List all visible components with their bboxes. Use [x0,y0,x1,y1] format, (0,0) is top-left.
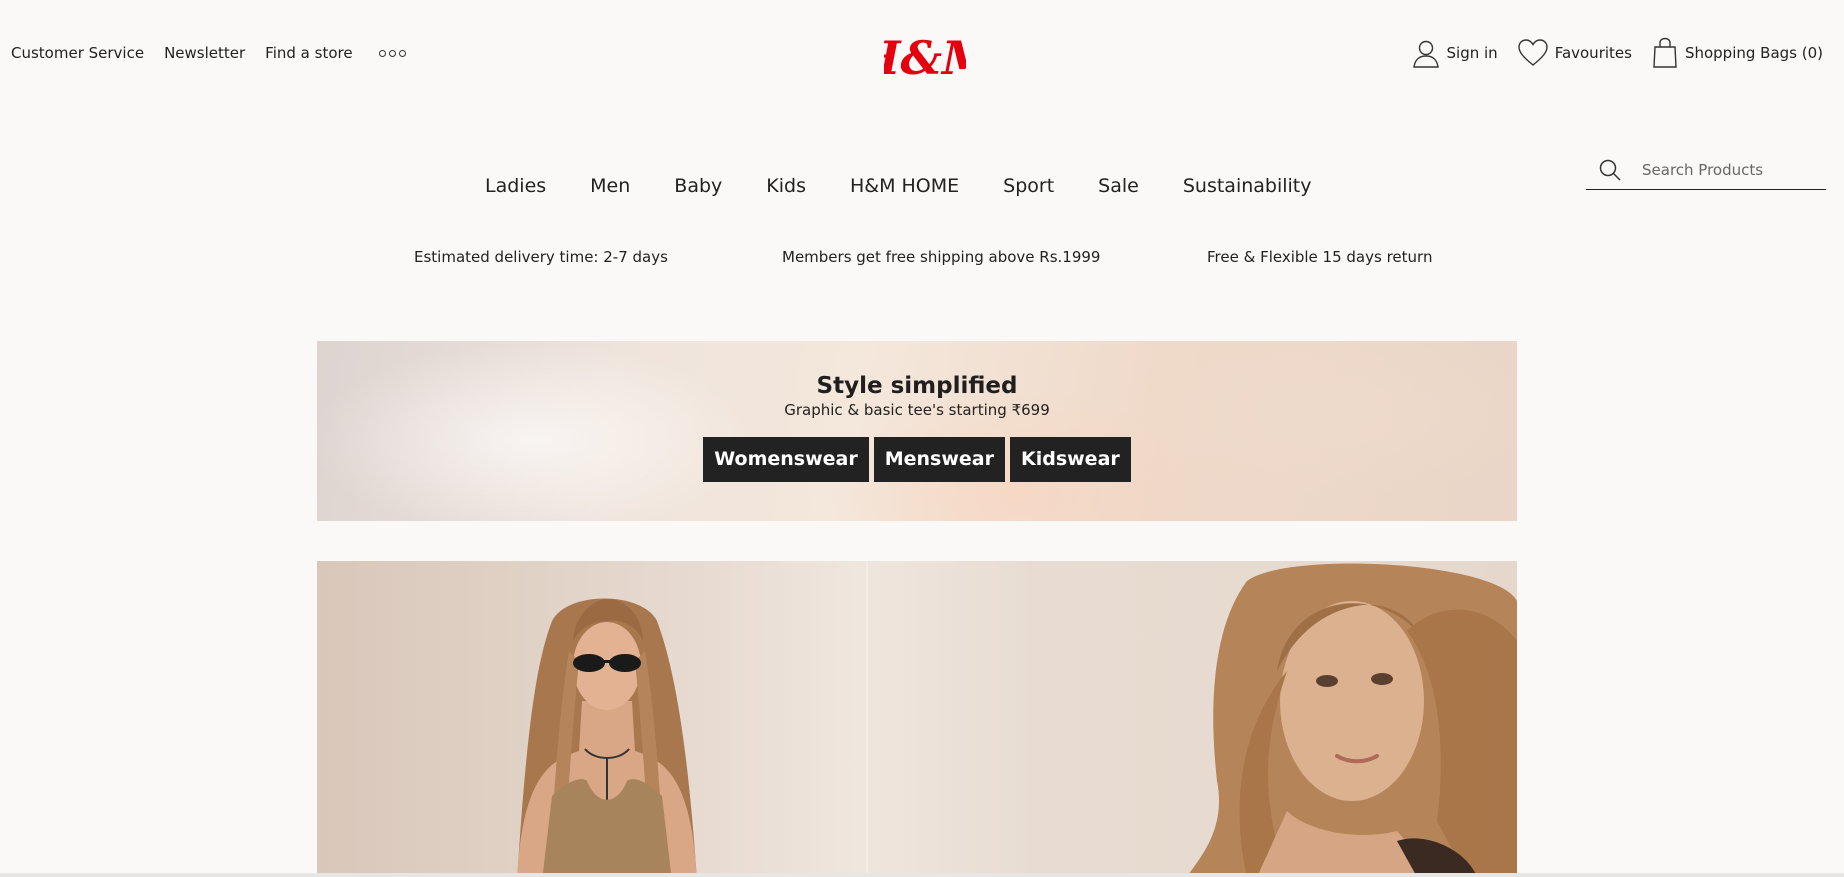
promo-title: Style simplified [816,373,1018,399]
search-icon[interactable] [1598,158,1622,182]
nav-item-ladies[interactable]: Ladies [485,175,546,197]
sign-in-link[interactable]: Sign in [1411,38,1498,68]
nav-item-kids[interactable]: Kids [766,175,806,197]
sign-in-label: Sign in [1446,44,1498,62]
promo-buttons: Womenswear Menswear Kidswear [317,437,1517,482]
nav-item-sustainability[interactable]: Sustainability [1183,175,1312,197]
heart-icon [1517,39,1548,66]
shopping-bag-icon [1653,37,1677,68]
shopping-bag-label: Shopping Bags (0) [1684,44,1823,62]
kidswear-button[interactable]: Kidswear [1009,437,1131,482]
shipping-info: Members get free shipping above Rs.1999 [782,248,1101,266]
nav-item-baby[interactable]: Baby [674,175,722,197]
promo-banner: Style simplified Graphic & basic tee's s… [317,341,1517,521]
hero-divider [866,561,868,877]
model-right-image [1187,563,1517,877]
hero-image[interactable] [317,561,1517,877]
nav-item-hm-home[interactable]: H&M HOME [850,175,959,197]
account-links: Sign in Favourites Shopping Bags (0) [1411,37,1823,69]
search-input[interactable] [1642,160,1812,179]
main-nav: Ladies Men Baby Kids H&M HOME Sport Sale… [485,175,1312,197]
shopping-bag-link[interactable]: Shopping Bags (0) [1651,37,1823,69]
utility-links: Customer Service Newsletter Find a store [11,44,406,62]
favourites-link[interactable]: Favourites [1517,38,1632,68]
nav-item-men[interactable]: Men [590,175,630,197]
newsletter-link[interactable]: Newsletter [164,44,245,62]
page: Customer Service Newsletter Find a store… [0,0,1844,877]
favourites-label: Favourites [1554,44,1632,62]
customer-service-link[interactable]: Customer Service [11,44,144,62]
user-icon [1412,40,1439,68]
womenswear-button[interactable]: Womenswear [703,437,869,482]
hm-logo[interactable]: H&M [884,30,966,86]
promo-subtitle: Graphic & basic tee's starting ₹699 [784,401,1050,419]
search-bar [1586,150,1826,190]
svg-text:H&M: H&M [884,31,966,85]
bottom-divider [0,873,1844,877]
model-left-image [517,598,697,877]
returns-info: Free & Flexible 15 days return [1207,248,1433,266]
delivery-info: Estimated delivery time: 2-7 days [414,248,668,266]
find-a-store-link[interactable]: Find a store [265,44,352,62]
nav-item-sport[interactable]: Sport [1003,175,1054,197]
menswear-button[interactable]: Menswear [873,437,1005,482]
more-icon[interactable] [378,49,406,57]
nav-item-sale[interactable]: Sale [1098,175,1139,197]
